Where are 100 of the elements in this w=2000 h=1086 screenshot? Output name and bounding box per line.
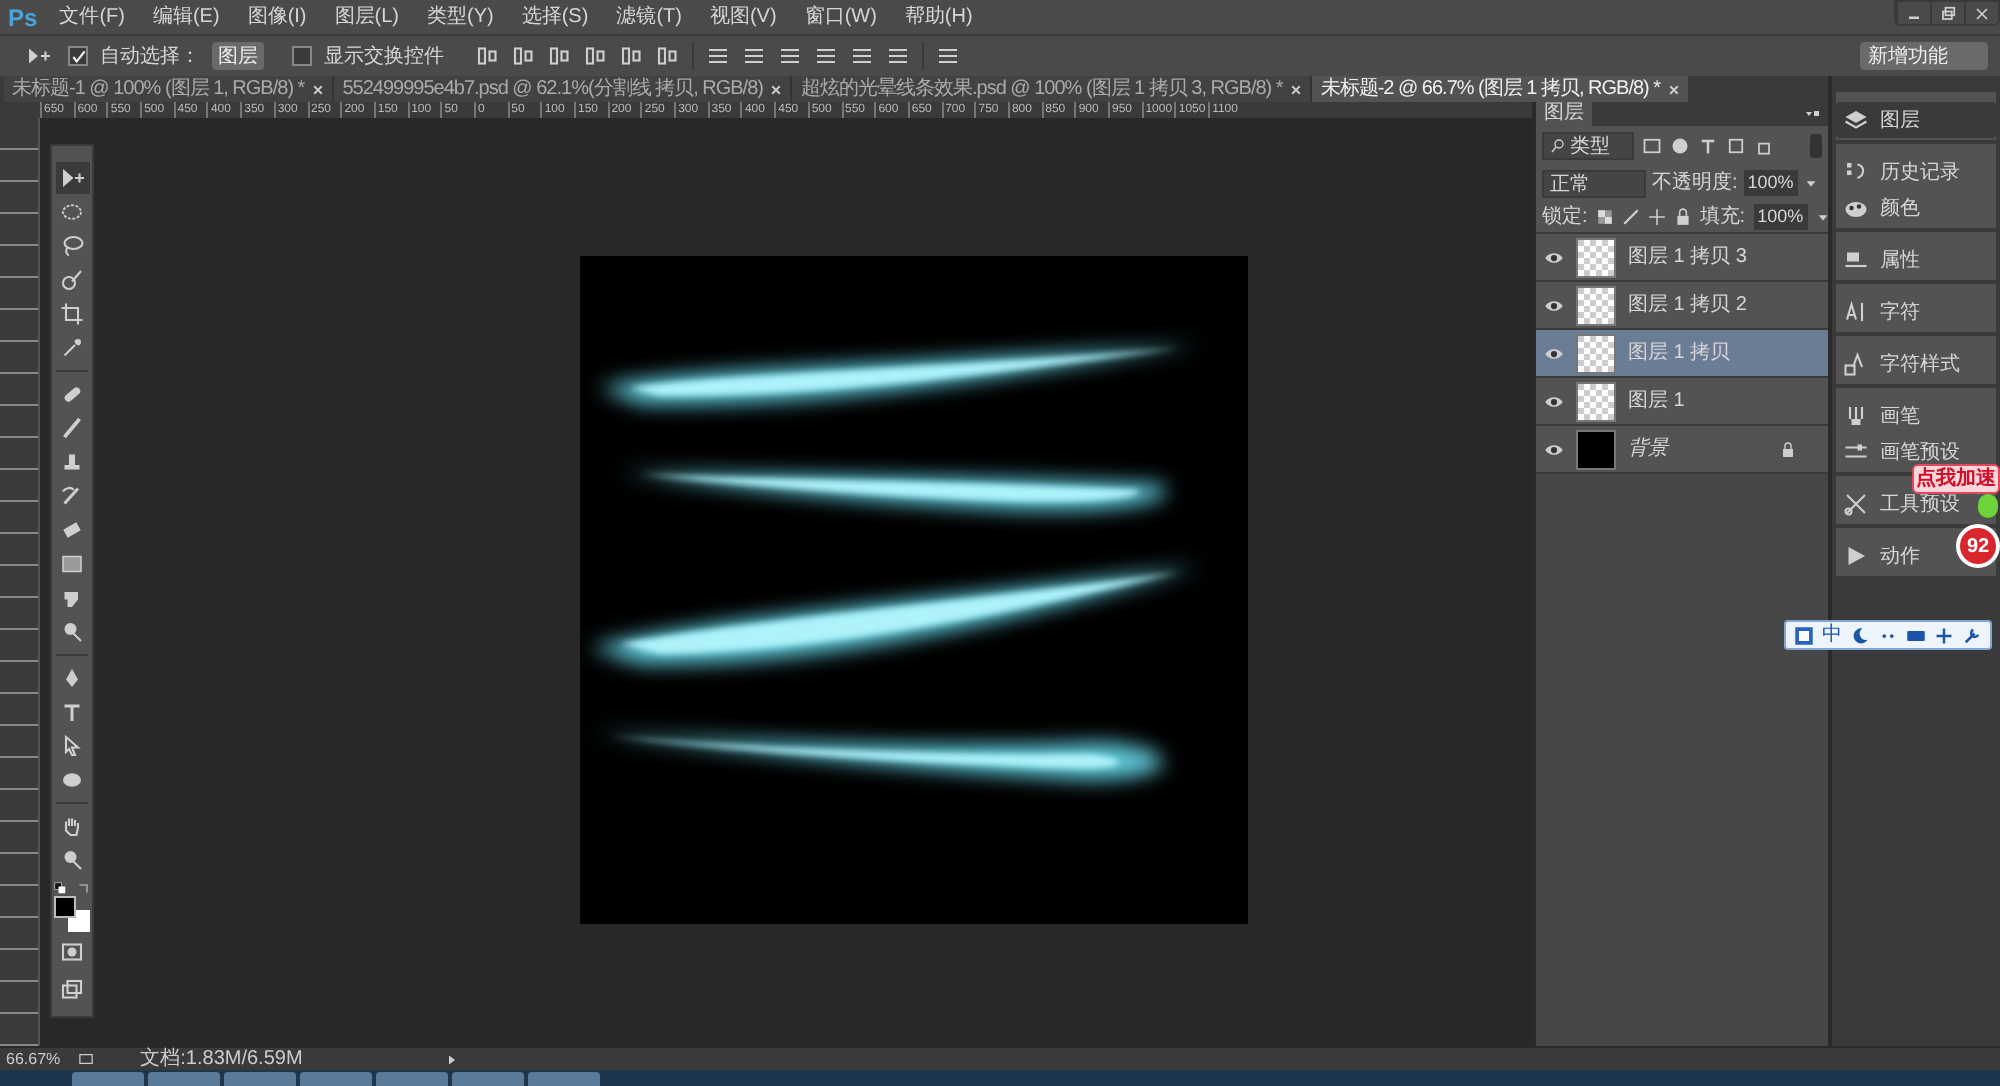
align-icon[interactable] [548,44,572,68]
preview-icon[interactable] [76,1052,97,1066]
auto-select-checkbox[interactable] [68,46,88,66]
dock-panel-button[interactable]: 历史记录 [1836,154,1968,190]
dock-panel-button[interactable]: 画笔 [1836,398,1928,434]
hand-icon[interactable] [60,814,84,838]
ellipse-marquee-icon[interactable] [60,200,84,224]
close-icon[interactable] [1668,83,1681,95]
show-transform-checkbox[interactable] [292,46,312,66]
document-tab[interactable]: 552499995e4b7.psd @ 62.1%(分割线 拷贝, RGB/8) [334,76,793,102]
eye-icon[interactable] [1544,247,1564,267]
align-icon[interactable] [512,44,536,68]
menu-item[interactable]: 视图(V) [695,7,791,27]
type-tool-icon[interactable] [60,700,84,724]
menu-item[interactable]: 滤镜(T) [602,7,696,27]
eye-icon[interactable] [1544,343,1564,363]
pen-icon[interactable] [60,666,84,690]
layer-row[interactable]: 图层 1 拷贝 3 [1536,234,1828,282]
quick-mask-icon[interactable] [60,940,84,964]
align-icon[interactable] [742,44,766,68]
menu-item[interactable]: 帮助(H) [890,7,987,27]
align-icon[interactable] [850,44,874,68]
dock-panel-button[interactable]: 图层 [1836,102,1996,138]
align-icon[interactable] [620,44,644,68]
menu-item[interactable]: 图层(L) [320,7,413,27]
layer-row[interactable]: 图层 1 [1536,378,1828,426]
foreground-color-swatch[interactable] [54,896,76,918]
quick-selection-icon[interactable] [60,268,84,292]
moon-icon[interactable] [1850,625,1870,645]
align-icon[interactable] [886,44,910,68]
keyboard-icon[interactable] [1906,625,1926,645]
close-icon[interactable] [312,83,325,95]
close-icon[interactable] [1290,83,1303,95]
speedup-tooltip[interactable]: 点我加速 [1912,464,2000,494]
lasso-icon[interactable] [60,234,84,258]
fill-field[interactable]: 100% [1753,203,1808,229]
layer-row[interactable]: 图层 1 拷贝 [1536,330,1828,378]
restore-icon[interactable] [1938,3,1958,23]
panel-menu-icon[interactable] [1802,106,1822,122]
menu-item[interactable]: 类型(Y) [413,7,508,27]
close-icon[interactable] [1972,3,1992,23]
ime-logo-icon[interactable] [1794,625,1814,645]
expand-arrow-icon[interactable] [446,1053,459,1065]
align-icon[interactable] [814,44,838,68]
zoom-icon[interactable] [60,848,84,872]
finger-icon[interactable] [60,586,84,610]
shape-filter-icon[interactable] [1726,136,1746,156]
stamp-icon[interactable] [60,450,84,474]
input-mode-toggle[interactable]: 中 [1822,625,1842,645]
auto-select-dropdown[interactable]: 图层 [212,42,264,70]
align-icon[interactable] [936,44,960,68]
opacity-field[interactable]: 100% [1743,170,1798,196]
menu-item[interactable]: 图像(I) [233,7,321,27]
close-icon[interactable] [770,83,783,95]
history-brush-icon[interactable] [60,484,84,508]
dock-panel-button[interactable]: 动作 [1836,538,1928,574]
plus-icon[interactable] [1934,625,1954,645]
workspace-dropdown[interactable]: 新增功能 [1860,42,1988,70]
document-tab[interactable]: 超炫的光晕线条效果.psd @ 100% (图层 1 拷贝 3, RGB/8) * [792,76,1313,102]
dodge-icon[interactable] [60,620,84,644]
screen-mode-icon[interactable] [60,978,84,1002]
align-icon[interactable] [706,44,730,68]
menu-item[interactable]: 窗口(W) [790,7,891,27]
eyedropper-icon[interactable] [60,336,84,360]
lock-icon[interactable] [1673,207,1692,225]
dock-panel-button[interactable]: 画笔预设 [1836,434,1968,470]
blend-mode-dropdown[interactable]: 正常 [1542,169,1646,197]
eye-icon[interactable] [1544,439,1564,459]
menu-item[interactable]: 选择(S) [507,7,603,27]
panel-tab[interactable]: 图层 [1536,102,1592,126]
menu-item[interactable]: 文件(F) [45,7,139,27]
path-selection-icon[interactable] [60,734,84,758]
menu-item[interactable]: 编辑(E) [138,7,234,27]
align-icon[interactable] [584,44,608,68]
dock-panel-button[interactable]: 颜色 [1836,190,1928,226]
wrench-icon[interactable] [1962,625,1982,645]
brush-lock-icon[interactable] [1621,207,1640,225]
move-lock-icon[interactable] [1647,207,1666,225]
ellipse-shape-icon[interactable] [60,768,84,792]
layer-row[interactable]: 图层 1 拷贝 2 [1536,282,1828,330]
type-filter-icon[interactable] [1698,136,1718,156]
filter-type-dropdown[interactable]: 类型 [1542,132,1634,160]
align-icon[interactable] [476,44,500,68]
crop-icon[interactable] [60,302,84,326]
eye-icon[interactable] [1544,295,1564,315]
move-tool-icon[interactable] [60,166,84,190]
align-icon[interactable] [656,44,680,68]
checker-lock-icon[interactable] [1595,207,1614,225]
image-filter-icon[interactable] [1642,136,1662,156]
brush-icon[interactable] [60,416,84,440]
layer-row[interactable]: 背景 [1536,426,1828,474]
document-tab[interactable]: 未标题-2 @ 66.7% (图层 1 拷贝, RGB/8) * [1312,76,1689,102]
align-icon[interactable] [778,44,802,68]
dropdown-arrow-icon[interactable] [1815,209,1830,223]
document-tab[interactable]: 未标题-1 @ 100% (图层 1, RGB/8) * [4,76,335,102]
filter-toggle[interactable] [1810,134,1822,158]
dropdown-arrow-icon[interactable] [1803,176,1818,190]
gradient-icon[interactable] [60,552,84,576]
default-colors-icon[interactable] [54,882,66,894]
eye-icon[interactable] [1544,391,1564,411]
